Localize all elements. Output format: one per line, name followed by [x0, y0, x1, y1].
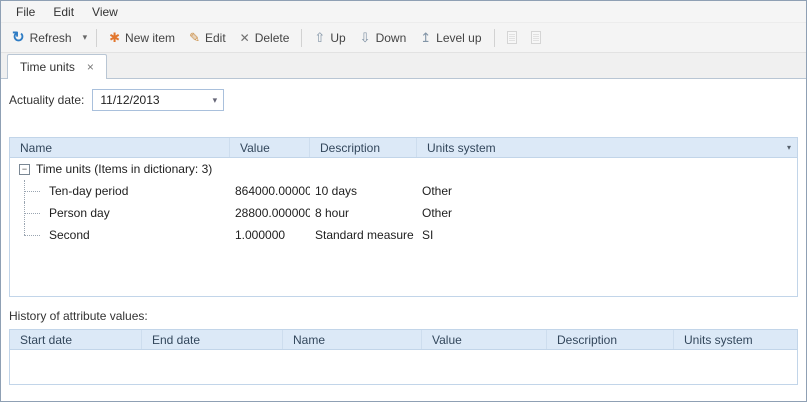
edit-button[interactable]: ✎ Edit	[182, 28, 233, 48]
table-row[interactable]: Second 1.000000 Standard measure SI	[10, 224, 797, 246]
time-units-grid: Name Value Description Units system ▾ − …	[9, 137, 798, 297]
history-grid: Start date End date Name Value Descripti…	[9, 329, 798, 385]
tree-line	[24, 235, 40, 236]
copy-button[interactable]	[500, 28, 524, 47]
down-label: Down	[376, 31, 407, 45]
edit-pencil-icon: ✎	[189, 31, 200, 44]
delete-label: Delete	[255, 31, 290, 45]
tab-close-icon[interactable]: ×	[85, 62, 96, 72]
column-header-name[interactable]: Name	[283, 330, 422, 349]
name-cell: Ten-day period	[10, 180, 230, 202]
menu-file[interactable]: File	[7, 2, 44, 22]
delete-button[interactable]: ✕ Delete	[233, 28, 297, 48]
toolbar-separator	[301, 29, 302, 47]
tab-time-units[interactable]: Time units ×	[7, 54, 107, 79]
grid-header: Name Value Description Units system ▾	[10, 138, 797, 158]
up-button[interactable]: ⇧ Up	[307, 28, 352, 48]
level-up-icon: ↥	[420, 31, 431, 44]
grid-empty-area	[10, 246, 797, 296]
group-label: Time units (Items in dictionary: 3)	[36, 162, 212, 176]
tree-line	[24, 213, 40, 214]
actuality-date-combobox[interactable]: 11/12/2013 ▾	[92, 89, 224, 111]
arrow-up-icon: ⇧	[314, 31, 325, 44]
new-item-icon: ✱	[109, 31, 120, 44]
name-cell: Person day	[10, 202, 230, 224]
down-button[interactable]: ⇩ Down	[353, 28, 414, 48]
value-cell: 864000.000000	[230, 180, 310, 202]
column-header-start-date[interactable]: Start date	[10, 330, 142, 349]
column-header-description[interactable]: Description	[547, 330, 674, 349]
row-name: Ten-day period	[49, 184, 128, 198]
row-name: Second	[49, 228, 90, 242]
value-cell: 28800.000000	[230, 202, 310, 224]
tree-line	[24, 191, 40, 192]
refresh-icon: ↻	[12, 31, 25, 45]
column-header-description[interactable]: Description	[310, 138, 417, 157]
toolbar-separator	[494, 29, 495, 47]
history-section-label: History of attribute values:	[9, 309, 798, 323]
column-header-end-date[interactable]: End date	[142, 330, 283, 349]
tree-line	[24, 224, 25, 235]
column-header-value[interactable]: Value	[230, 138, 310, 157]
menu-view[interactable]: View	[83, 2, 127, 22]
history-grid-empty-area	[10, 350, 797, 384]
application-window: File Edit View ↻ Refresh ▾ ✱ New item ✎ …	[0, 0, 807, 402]
units-system-cell: SI	[417, 224, 797, 246]
tab-label: Time units	[20, 60, 75, 74]
arrow-down-icon: ⇩	[360, 31, 371, 44]
collapse-icon[interactable]: −	[19, 164, 30, 175]
description-cell: Standard measure	[310, 224, 417, 246]
edit-label: Edit	[205, 31, 226, 45]
column-header-value[interactable]: Value	[422, 330, 547, 349]
column-header-units-system[interactable]: Units system	[674, 330, 797, 349]
paste-document-icon	[531, 31, 541, 44]
level-up-button[interactable]: ↥ Level up	[413, 28, 488, 48]
actuality-date-label: Actuality date:	[9, 93, 84, 107]
up-label: Up	[330, 31, 345, 45]
actuality-date-value: 11/12/2013	[93, 93, 159, 107]
units-system-cell: Other	[417, 180, 797, 202]
column-chooser-icon[interactable]: ▾	[784, 138, 794, 157]
description-cell: 8 hour	[310, 202, 417, 224]
table-row[interactable]: Ten-day period 864000.000000 10 days Oth…	[10, 180, 797, 202]
new-item-label: New item	[125, 31, 175, 45]
refresh-dropdown-icon[interactable]: ▾	[79, 29, 92, 46]
combo-dropdown-icon[interactable]: ▾	[206, 90, 223, 110]
delete-x-icon: ✕	[240, 32, 250, 44]
value-cell: 1.000000	[230, 224, 310, 246]
group-row-time-units[interactable]: − Time units (Items in dictionary: 3)	[10, 158, 797, 180]
refresh-button[interactable]: ↻ Refresh	[5, 28, 79, 48]
group-value-cell	[230, 158, 310, 180]
units-system-cell: Other	[417, 202, 797, 224]
paste-button[interactable]	[524, 28, 548, 47]
toolbar: ↻ Refresh ▾ ✱ New item ✎ Edit ✕ Delete ⇧…	[1, 23, 806, 53]
description-cell: 10 days	[310, 180, 417, 202]
menu-bar: File Edit View	[1, 1, 806, 23]
new-item-button[interactable]: ✱ New item	[102, 28, 182, 48]
toolbar-separator	[96, 29, 97, 47]
row-name: Person day	[49, 206, 110, 220]
menu-edit[interactable]: Edit	[44, 2, 83, 22]
copy-document-icon	[507, 31, 517, 44]
tab-strip: Time units ×	[1, 53, 806, 79]
filter-row: Actuality date: 11/12/2013 ▾	[9, 89, 798, 111]
level-up-label: Level up	[436, 31, 481, 45]
column-header-units-system[interactable]: Units system	[417, 138, 797, 157]
group-name-cell: − Time units (Items in dictionary: 3)	[10, 158, 230, 180]
history-grid-header: Start date End date Name Value Descripti…	[10, 330, 797, 350]
refresh-label: Refresh	[30, 31, 72, 45]
content-area: Actuality date: 11/12/2013 ▾ Name Value …	[1, 89, 806, 402]
table-row[interactable]: Person day 28800.000000 8 hour Other	[10, 202, 797, 224]
column-header-name[interactable]: Name	[10, 138, 230, 157]
name-cell: Second	[10, 224, 230, 246]
group-description-cell	[310, 158, 417, 180]
group-units-cell	[417, 158, 797, 180]
